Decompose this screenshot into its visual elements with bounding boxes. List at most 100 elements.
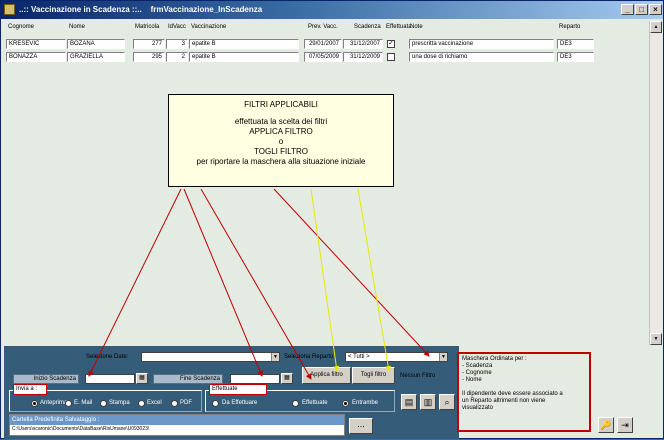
cartella-box: Cartella Predefinita Salvataggio : C:\Us… bbox=[9, 414, 345, 436]
radio-email[interactable] bbox=[65, 400, 72, 407]
exit-icon[interactable]: ⇥ bbox=[617, 417, 633, 433]
cell-note[interactable]: una dose di richiamo bbox=[409, 52, 554, 62]
nessun-filtro-label: Nessun Filtro bbox=[400, 373, 436, 379]
cell-cognome[interactable]: KRESEVIC bbox=[6, 39, 66, 49]
cell-effettuata-checkbox[interactable] bbox=[387, 53, 395, 61]
reparto-combo[interactable]: < Tutti > ▼ bbox=[345, 352, 448, 362]
cell-cognome[interactable]: BONAZZA bbox=[6, 52, 66, 62]
fine-scadenza-label: Fine Scadenza bbox=[153, 374, 223, 384]
seleziona-reparto-label: Seleziona Reparto bbox=[284, 354, 334, 360]
col-note: Note bbox=[410, 24, 423, 30]
cell-note[interactable]: prescritta vaccinazione bbox=[409, 39, 554, 49]
note-title: FILTRI APPLICABILI bbox=[244, 100, 318, 109]
note-line: per riportare la maschera alla situazion… bbox=[196, 157, 366, 166]
cell-matricola[interactable]: 295 bbox=[133, 52, 165, 62]
info-item: - Cognome bbox=[462, 370, 492, 376]
radio-stampa[interactable] bbox=[100, 400, 107, 407]
radio-entrambe-label: Entrambe bbox=[352, 400, 379, 406]
cell-reparto[interactable]: DE3 bbox=[557, 39, 594, 49]
chevron-down-icon[interactable]: ▼ bbox=[439, 353, 447, 361]
radio-effettuate[interactable] bbox=[292, 400, 299, 407]
note-line: o bbox=[278, 137, 284, 146]
radio-excel-label: Excel bbox=[147, 400, 162, 406]
togli-filtro-button[interactable]: Togli filtro bbox=[352, 367, 395, 384]
radio-entrambe[interactable] bbox=[342, 400, 349, 407]
cell-nome[interactable]: GRAZIELLA bbox=[67, 52, 125, 62]
window-icon bbox=[4, 4, 15, 15]
info-item: - Scadenza bbox=[462, 363, 493, 369]
preview-icon[interactable]: ⌕ bbox=[439, 394, 455, 410]
cell-idvacc[interactable]: 3 bbox=[166, 39, 188, 49]
cell-effettuata-checkbox[interactable]: ✓ bbox=[387, 40, 395, 48]
cell-matricola[interactable]: 277 bbox=[133, 39, 165, 49]
cell-vaccinazione[interactable]: epatite B bbox=[189, 39, 299, 49]
maximize-button[interactable]: □ bbox=[635, 4, 648, 15]
scroll-down-icon[interactable]: ▼ bbox=[650, 333, 662, 345]
note-line: TOGLI FILTRO bbox=[254, 147, 308, 156]
chart-icon[interactable]: ▥ bbox=[420, 394, 436, 410]
title-bar: ..:: Vaccinazione in Scadenza ::.. frmVa… bbox=[1, 1, 663, 19]
report-icon[interactable]: ▤ bbox=[401, 394, 417, 410]
vertical-scrollbar[interactable]: ▲ ▼ bbox=[649, 21, 662, 345]
arrow-applica bbox=[310, 188, 340, 372]
calendar-icon[interactable]: ▦ bbox=[281, 373, 293, 384]
window-title: ..:: Vaccinazione in Scadenza ::.. frmVa… bbox=[19, 5, 263, 14]
cell-vaccinazione[interactable]: epatite B bbox=[189, 52, 299, 62]
info-box: Maschera Ordinata per : - Scadenza - Cog… bbox=[457, 352, 591, 432]
chevron-down-icon[interactable]: ▼ bbox=[271, 353, 279, 361]
radio-email-label: E. Mail bbox=[74, 400, 93, 406]
note-line: effettuata la scelta dei filtri bbox=[234, 117, 328, 126]
minimize-button[interactable]: _ bbox=[621, 4, 634, 15]
info-warning: Il dipendente deve essere associato a bbox=[462, 391, 563, 397]
radio-anteprima[interactable] bbox=[31, 400, 38, 407]
help-icon[interactable]: 🔑 bbox=[598, 417, 614, 433]
radio-excel[interactable] bbox=[138, 400, 145, 407]
radio-da-effettuare-label: Da Effettuare bbox=[222, 400, 258, 406]
radio-effettuate-label: Effettuate bbox=[302, 400, 328, 406]
radio-anteprima-label: Anteprima bbox=[40, 400, 68, 406]
selezione-date-label: Selezione Date: bbox=[86, 354, 129, 360]
close-button[interactable]: × bbox=[649, 4, 662, 15]
col-prev-vacc: Prev. Vacc. bbox=[308, 24, 338, 30]
main-window: ..:: Vaccinazione in Scadenza ::.. frmVa… bbox=[0, 0, 664, 439]
arrow-togli bbox=[357, 188, 392, 372]
col-idvacc: IdVacc bbox=[168, 24, 186, 30]
info-item: - Nome bbox=[462, 377, 482, 383]
effettuate-label: Effettuate bbox=[209, 384, 267, 395]
inizio-scadenza-input[interactable] bbox=[85, 374, 135, 384]
col-effettuata: Effettuata bbox=[386, 24, 412, 30]
radio-da-effettuare[interactable] bbox=[212, 400, 219, 407]
fine-scadenza-input[interactable] bbox=[230, 374, 280, 384]
cell-prev-vacc[interactable]: 29/01/2007 bbox=[304, 39, 342, 49]
col-scadenza: Scadenza bbox=[354, 24, 381, 30]
cartella-label: Cartella Predefinita Salvataggio : bbox=[10, 415, 344, 425]
inizio-scadenza-label: Inizio Scadenza bbox=[13, 374, 79, 384]
cell-scadenza[interactable]: 31/12/2009 bbox=[343, 52, 383, 62]
radio-stampa-label: Stampa bbox=[109, 400, 130, 406]
note-line: APPLICA FILTRO bbox=[249, 127, 313, 136]
browse-folder-button[interactable]: ... bbox=[349, 418, 373, 434]
col-matricola: Matricola bbox=[135, 24, 160, 30]
filter-help-note: FILTRI APPLICABILI effettuata la scelta … bbox=[168, 94, 394, 187]
calendar-icon[interactable]: ▦ bbox=[136, 373, 148, 384]
cell-prev-vacc[interactable]: 07/05/2009 bbox=[304, 52, 342, 62]
col-nome: Nome bbox=[69, 24, 86, 30]
cartella-path[interactable]: C:\Users\scaronic\Documents\DataBase\Ris… bbox=[10, 425, 344, 434]
radio-pdf-label: PDF bbox=[180, 400, 192, 406]
cell-nome[interactable]: BOZANA bbox=[67, 39, 125, 49]
cell-reparto[interactable]: DE3 bbox=[557, 52, 594, 62]
cell-idvacc[interactable]: 2 bbox=[166, 52, 188, 62]
info-warning: un Reparto altrimenti non viene bbox=[462, 398, 546, 404]
arrow-reparto bbox=[273, 188, 430, 357]
selezione-date-combo[interactable]: ▼ bbox=[141, 352, 280, 362]
radio-pdf[interactable] bbox=[171, 400, 178, 407]
reparto-value: < Tutti > bbox=[348, 354, 370, 360]
cell-scadenza[interactable]: 31/12/2007 bbox=[343, 39, 383, 49]
col-reparto: Reparto bbox=[559, 24, 581, 30]
applica-filtro-button[interactable]: Applica filtro bbox=[302, 367, 351, 384]
info-warning: visualizzato bbox=[462, 405, 494, 411]
invia-label: Invia a : bbox=[13, 384, 47, 395]
info-title: Maschera Ordinata per : bbox=[462, 356, 527, 362]
col-cognome: Cognome bbox=[8, 24, 35, 30]
scroll-up-icon[interactable]: ▲ bbox=[650, 21, 662, 33]
